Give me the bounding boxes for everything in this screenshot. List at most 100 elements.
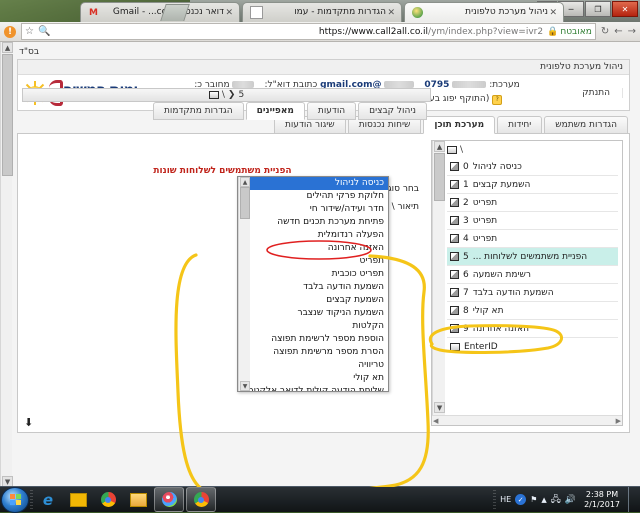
dropdown-option-1[interactable]: חלוקת פרקי תהילים bbox=[250, 190, 388, 203]
maximize-button[interactable]: ❐ bbox=[585, 1, 611, 17]
internet-explorer-icon[interactable]: e bbox=[34, 488, 62, 511]
logout-link[interactable]: התנתק bbox=[576, 88, 623, 98]
extension-number: 4 bbox=[463, 234, 469, 244]
extension-row-2[interactable]: תפריט 2 bbox=[447, 194, 618, 212]
hscroll-left-arrow[interactable]: ◀ bbox=[433, 417, 438, 425]
browser-tab-2[interactable]: ✕ ניהול מערכת טלפונית bbox=[404, 2, 564, 22]
dropdown-scrollbar[interactable]: ▲ ▼ bbox=[238, 177, 250, 391]
extension-row-3[interactable]: תפריט 3 bbox=[447, 212, 618, 230]
download-icon[interactable]: ⬇ bbox=[24, 416, 33, 429]
help-icon[interactable]: ? bbox=[492, 95, 502, 105]
dropdown-option-13[interactable]: הסרת מספר מרשימת תפוצה bbox=[250, 346, 388, 359]
action-center-icon[interactable]: ⚑ bbox=[530, 495, 537, 504]
dropdown-option-0[interactable]: כניסה לניהול bbox=[250, 177, 388, 190]
paint-icon[interactable] bbox=[154, 487, 184, 512]
scroll-up-arrow[interactable]: ▲ bbox=[240, 177, 250, 187]
address-bar[interactable]: ☆ 🔍 https://www.call2all.co.il/ym/index.… bbox=[21, 23, 596, 40]
volume-icon[interactable]: 🔊 bbox=[565, 495, 576, 505]
show-hidden-icons-arrow[interactable]: ▲ bbox=[541, 496, 546, 504]
dropdown-option-14[interactable]: טריוויה bbox=[250, 359, 388, 372]
clock[interactable]: 2:38 PM 2/1/2017 bbox=[580, 490, 624, 508]
scrollbar-thumb[interactable] bbox=[434, 153, 445, 201]
scrollbar-thumb[interactable] bbox=[240, 187, 250, 219]
show-desktop-button[interactable] bbox=[628, 487, 636, 512]
scroll-down-arrow[interactable]: ▼ bbox=[434, 402, 445, 413]
forward-icon[interactable]: → bbox=[628, 26, 636, 37]
security-icon[interactable]: ✓ bbox=[515, 494, 526, 505]
close-button[interactable]: ✕ bbox=[612, 1, 638, 17]
folder-glyph bbox=[130, 493, 147, 507]
tab-content-system[interactable]: מערכת תוכן bbox=[423, 116, 495, 134]
extension-row-5[interactable]: הפניית משתמשים לשלוחות ... 5 bbox=[447, 248, 618, 266]
language-indicator[interactable]: HE bbox=[500, 495, 511, 504]
dropdown-option-15[interactable]: תא קולי bbox=[250, 372, 388, 385]
dropdown-option-3[interactable]: פתיחת מערכת תכנים חדשה bbox=[250, 216, 388, 229]
folder-icon bbox=[450, 343, 460, 351]
tab-close-icon[interactable]: ✕ bbox=[386, 8, 395, 18]
subtab-properties[interactable]: מאפיינים bbox=[246, 102, 305, 120]
scroll-down-arrow[interactable]: ▼ bbox=[240, 381, 250, 391]
subtab-advanced-settings[interactable]: הגדרות מתקדמות bbox=[153, 102, 244, 120]
star-icon[interactable]: ☆ bbox=[25, 26, 34, 37]
clock-time: 2:38 PM bbox=[586, 490, 618, 499]
dropdown-option-8[interactable]: השמעת הודעה בלבד bbox=[250, 281, 388, 294]
tab-close-icon[interactable]: ✕ bbox=[548, 8, 557, 18]
extension-type-dropdown[interactable]: כניסה לניהול חלוקת פרקי תהילים חדר ועידה… bbox=[237, 176, 389, 392]
form-spacer bbox=[26, 144, 419, 162]
scroll-up-arrow[interactable]: ▲ bbox=[434, 141, 445, 152]
taskbar-separator bbox=[30, 490, 33, 510]
extension-row-8[interactable]: תא קולי 8 bbox=[447, 302, 618, 320]
extension-list-hscrollbar[interactable]: ▶ ◀ bbox=[432, 415, 622, 425]
dropdown-option-11[interactable]: הקלטות bbox=[250, 320, 388, 333]
chrome-icon[interactable] bbox=[94, 488, 122, 511]
dropdown-option-12[interactable]: הוספת מספר לרשימת תפוצה bbox=[250, 333, 388, 346]
breadcrumb[interactable]: 5 ❮ \ bbox=[22, 88, 431, 102]
chrome-window-icon[interactable] bbox=[186, 487, 216, 512]
extension-number: 1 bbox=[463, 180, 469, 190]
option-label: הקלטות bbox=[352, 321, 384, 331]
chrome-core-2 bbox=[198, 497, 204, 503]
security-indicator[interactable]: מאובטח 🔒 bbox=[547, 27, 592, 37]
extension-node-icon bbox=[450, 306, 459, 315]
dropdown-option-4[interactable]: הפעלה רנדומלית bbox=[250, 229, 388, 242]
dropdown-option-10[interactable]: השמעת הניקוד שנצבר bbox=[250, 307, 388, 320]
form-red-title: הפניית משתמשים לשלוחות שונות bbox=[153, 166, 291, 176]
start-button[interactable] bbox=[1, 487, 29, 513]
browser-tab-1[interactable]: ✕ הגדרות מתקדמות - עמו bbox=[242, 2, 402, 22]
extension-row-7[interactable]: השמעת הודעה בלבד 7 bbox=[447, 284, 618, 302]
dropdown-option-5[interactable]: האזנה אחרונה bbox=[250, 242, 388, 255]
extension-row-9[interactable]: האזנה אחרונה 9 bbox=[447, 320, 618, 338]
reload-icon[interactable]: ↻ bbox=[601, 26, 609, 37]
chrome-core bbox=[105, 497, 111, 503]
subtab-messages[interactable]: הודעות bbox=[307, 102, 356, 120]
dropdown-option-2[interactable]: חדר ועידה/שידור חי bbox=[250, 203, 388, 216]
dropdown-option-16[interactable]: שליחת הודעה קולית לדואר אלקטרוני bbox=[250, 385, 388, 391]
hscroll-right-arrow[interactable]: ▶ bbox=[616, 417, 621, 425]
breadcrumb-back-icon[interactable]: ❮ bbox=[228, 90, 236, 100]
panel-title: ניהול מערכת טלפונית bbox=[18, 60, 629, 75]
dropdown-option-7[interactable]: תפריט כוכבית bbox=[250, 268, 388, 281]
tab-user-settings[interactable]: הגדרות משתמש bbox=[544, 116, 628, 134]
zoom-icon[interactable]: 🔍 bbox=[38, 26, 50, 37]
extension-row-4[interactable]: תפריט 4 bbox=[447, 230, 618, 248]
dropdown-option-6[interactable]: תפריט bbox=[250, 255, 388, 268]
extension-row-enterid[interactable]: EnterID bbox=[447, 338, 618, 355]
subtab-file-management[interactable]: ניהול קבצים bbox=[358, 102, 427, 120]
dropdown-option-9[interactable]: השמעת קבצים bbox=[250, 294, 388, 307]
back-icon[interactable]: ← bbox=[614, 26, 622, 37]
bsd-text: בס"ד bbox=[17, 46, 630, 59]
folder-icon[interactable] bbox=[209, 91, 219, 99]
tab-close-icon[interactable]: ✕ bbox=[224, 8, 233, 18]
network-icon[interactable]: 🖧 bbox=[551, 492, 561, 508]
page-icon bbox=[250, 6, 263, 19]
browser-window: ✕ דואר נכנס - Gmail - ...com M ✕ הגדרות … bbox=[0, 0, 640, 487]
windows-live-mail-icon[interactable] bbox=[64, 488, 92, 511]
extension-row-0[interactable]: כניסה לניהול 0 bbox=[447, 158, 618, 176]
file-explorer-icon[interactable] bbox=[124, 488, 152, 511]
extension-row-6[interactable]: רשימת השמעה 6 bbox=[447, 266, 618, 284]
ie-glyph: e bbox=[43, 491, 53, 509]
extension-row-1[interactable]: השמעת קבצים 1 bbox=[447, 176, 618, 194]
tab-units[interactable]: יחידות bbox=[497, 116, 542, 134]
extension-list-scrollbar[interactable]: ▲ ▼ bbox=[432, 141, 445, 425]
warning-icon[interactable]: ! bbox=[4, 26, 16, 38]
